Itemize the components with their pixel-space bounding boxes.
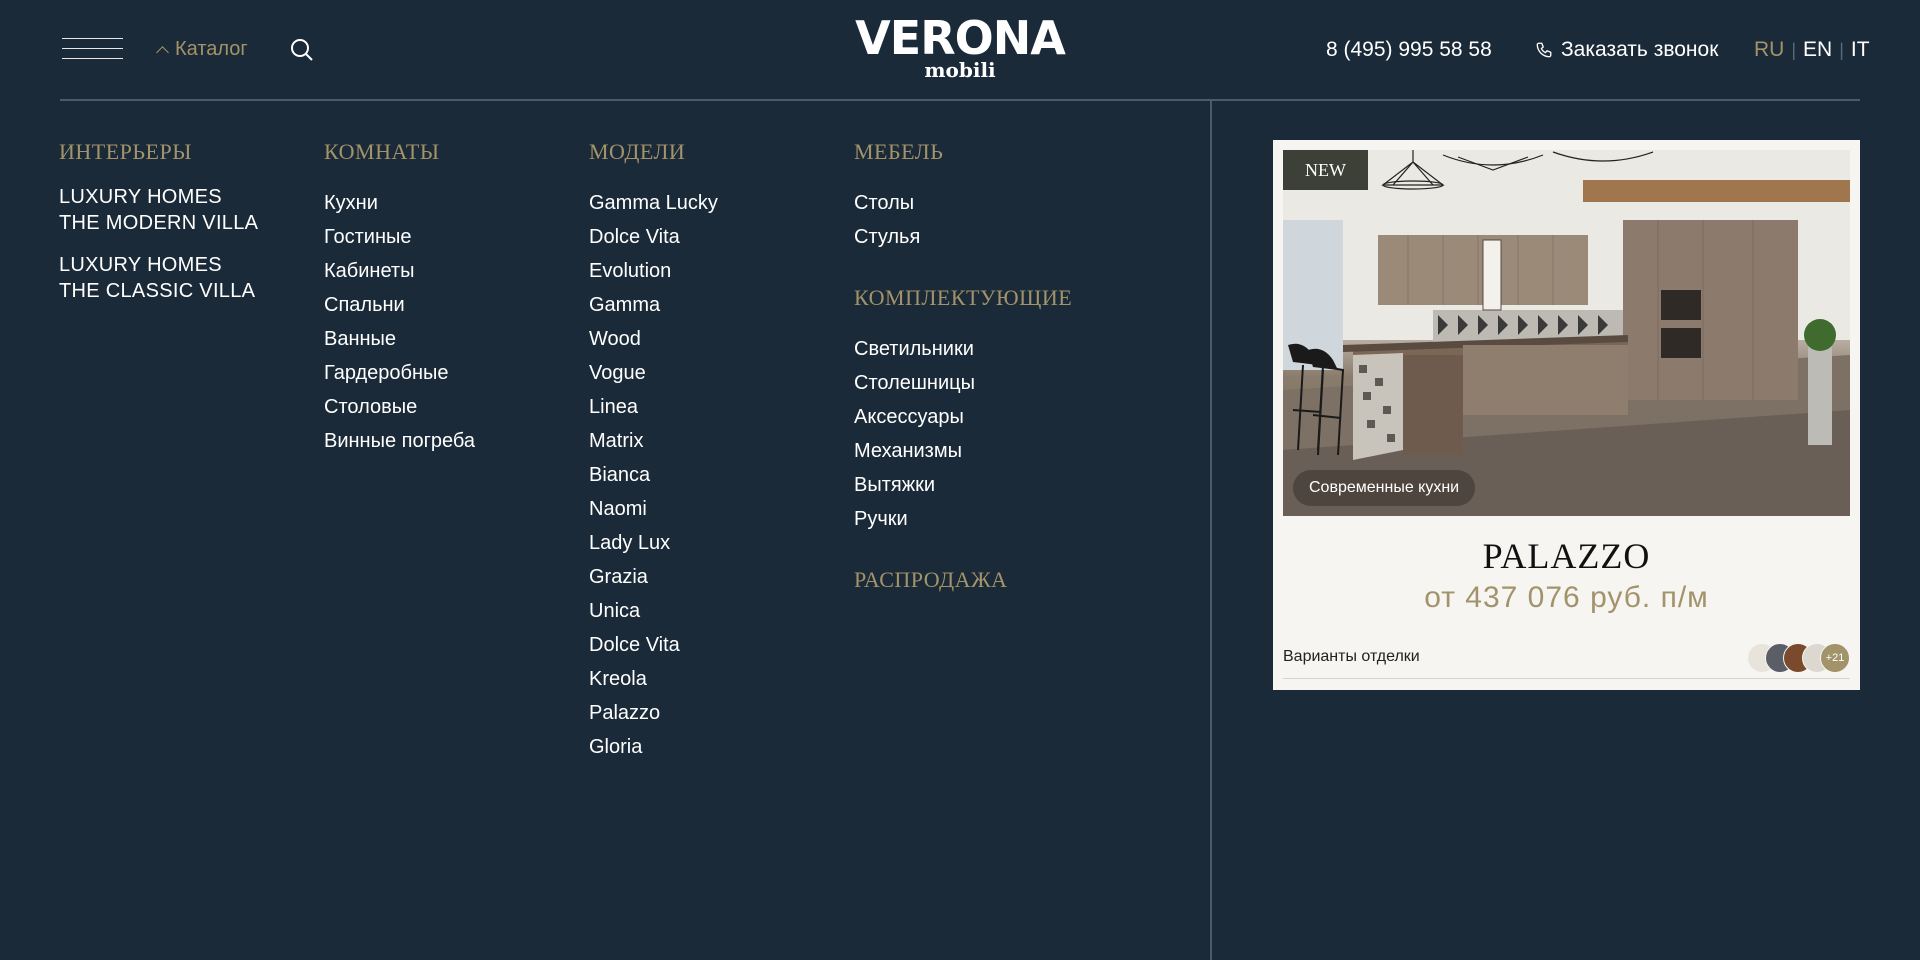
furniture-list: Столы Стулья [854, 186, 1072, 254]
models-item[interactable]: Gamma [589, 288, 718, 322]
furniture-item[interactable]: Стулья [854, 220, 1072, 254]
lang-divider: | [1791, 39, 1797, 60]
new-badge: NEW [1283, 150, 1368, 190]
finish-options-label: Варианты отделки [1283, 648, 1420, 665]
hamburger-menu-button[interactable] [62, 38, 123, 60]
models-item[interactable]: Dolce Vita [589, 220, 718, 254]
phone-link[interactable]: 8 (495) 995 58 58 [1326, 38, 1492, 62]
models-item[interactable]: Linea [589, 390, 718, 424]
rooms-item[interactable]: Винные погреба [324, 424, 475, 458]
site-header: Каталог VERONA mobili 8 (495) 995 58 58 … [0, 0, 1920, 100]
swatches-more-badge[interactable]: +21 [1820, 643, 1850, 673]
rooms-title[interactable]: КОМНАТЫ [324, 138, 475, 166]
logo[interactable]: VERONA mobili [850, 14, 1070, 80]
models-column: МОДЕЛИ Gamma Lucky Dolce Vita Evolution … [589, 138, 718, 764]
hamburger-icon-line [62, 48, 123, 49]
components-item[interactable]: Вытяжки [854, 468, 1072, 502]
logo-main: VERONA [855, 11, 1066, 65]
callback-button[interactable]: Заказать звонок [1535, 38, 1718, 62]
models-item[interactable]: Lady Lux [589, 526, 718, 560]
rooms-item[interactable]: Ванные [324, 322, 475, 356]
rooms-item[interactable]: Гостиные [324, 220, 475, 254]
models-item[interactable]: Vogue [589, 356, 718, 390]
product-image[interactable]: NEW Современные кухни [1283, 150, 1850, 516]
chevron-up-icon [156, 45, 169, 59]
rooms-item[interactable]: Гардеробные [324, 356, 475, 390]
hamburger-icon-line [62, 58, 123, 59]
product-card[interactable]: NEW Современные кухни PALAZZO от 437 076… [1273, 140, 1860, 690]
catalog-toggle[interactable]: Каталог [156, 38, 248, 61]
models-item[interactable]: Grazia [589, 560, 718, 594]
interiors-item-line: LUXURY HOMES [59, 254, 222, 276]
models-item[interactable]: Gloria [589, 730, 718, 764]
header-divider [60, 99, 1860, 101]
components-item[interactable]: Столешницы [854, 366, 1072, 400]
rooms-item[interactable]: Кухни [324, 186, 475, 220]
phone-icon [1536, 42, 1552, 58]
product-price: от 437 076 руб. п/м [1424, 581, 1709, 614]
interiors-list: LUXURY HOMES THE MODERN VILLA LUXURY HOM… [59, 184, 258, 304]
models-title[interactable]: МОДЕЛИ [589, 138, 718, 166]
search-icon[interactable] [290, 38, 314, 62]
category-tag[interactable]: Современные кухни [1293, 470, 1476, 506]
interiors-item-line: THE MODERN VILLA [59, 212, 259, 234]
models-item[interactable]: Unica [589, 594, 718, 628]
lang-en[interactable]: EN [1803, 38, 1832, 62]
kitchen-illustration [1283, 150, 1850, 516]
models-item[interactable]: Dolce Vita [589, 628, 718, 662]
models-item[interactable]: Wood [589, 322, 718, 356]
interiors-column: ИНТЕРЬЕРЫ LUXURY HOMES THE MODERN VILLA … [59, 138, 258, 320]
components-item[interactable]: Механизмы [854, 434, 1072, 468]
models-item[interactable]: Bianca [589, 458, 718, 492]
finish-swatches[interactable]: +21 [1747, 643, 1850, 673]
interiors-title[interactable]: ИНТЕРЬЕРЫ [59, 138, 258, 166]
product-title[interactable]: PALAZZO [1273, 535, 1860, 577]
models-list: Gamma Lucky Dolce Vita Evolution Gamma W… [589, 186, 718, 764]
furniture-title[interactable]: МЕБЕЛЬ [854, 138, 1072, 166]
models-item[interactable]: Kreola [589, 662, 718, 696]
rooms-item[interactable]: Спальни [324, 288, 475, 322]
lang-ru[interactable]: RU [1754, 38, 1784, 62]
rooms-column: КОМНАТЫ Кухни Гостиные Кабинеты Спальни … [324, 138, 475, 458]
card-divider [1283, 678, 1850, 679]
interiors-item-line: THE CLASSIC VILLA [59, 280, 256, 302]
models-item[interactable]: Palazzo [589, 696, 718, 730]
components-item[interactable]: Светильники [854, 332, 1072, 366]
menu-divider [1210, 100, 1212, 960]
lang-divider: | [1839, 39, 1844, 60]
models-item[interactable]: Evolution [589, 254, 718, 288]
components-list: Светильники Столешницы Аксессуары Механи… [854, 332, 1072, 536]
interiors-item-modern-villa[interactable]: LUXURY HOMES THE MODERN VILLA [59, 184, 258, 236]
models-item[interactable]: Naomi [589, 492, 718, 526]
rooms-item[interactable]: Кабинеты [324, 254, 475, 288]
interiors-item-line: LUXURY HOMES [59, 186, 222, 208]
interiors-item-classic-villa[interactable]: LUXURY HOMES THE CLASSIC VILLA [59, 252, 258, 304]
models-item[interactable]: Matrix [589, 424, 718, 458]
rooms-item[interactable]: Столовые [324, 390, 475, 424]
furniture-column: МЕБЕЛЬ Столы Стулья КОМПЛЕКТУЮЩИЕ Светил… [854, 138, 1072, 594]
callback-label: Заказать звонок [1561, 38, 1719, 61]
catalog-label: Каталог [175, 38, 248, 60]
components-title[interactable]: КОМПЛЕКТУЮЩИЕ [854, 284, 1072, 312]
language-switcher: RU | EN | IT [1754, 38, 1870, 62]
models-item[interactable]: Gamma Lucky [589, 186, 718, 220]
lang-it[interactable]: IT [1851, 38, 1870, 62]
components-item[interactable]: Аксессуары [854, 400, 1072, 434]
furniture-item[interactable]: Столы [854, 186, 1072, 220]
sale-title[interactable]: РАСПРОДАЖА [854, 566, 1072, 594]
components-item[interactable]: Ручки [854, 502, 1072, 536]
rooms-list: Кухни Гостиные Кабинеты Спальни Ванные Г… [324, 186, 475, 458]
hamburger-icon-line [62, 38, 123, 39]
